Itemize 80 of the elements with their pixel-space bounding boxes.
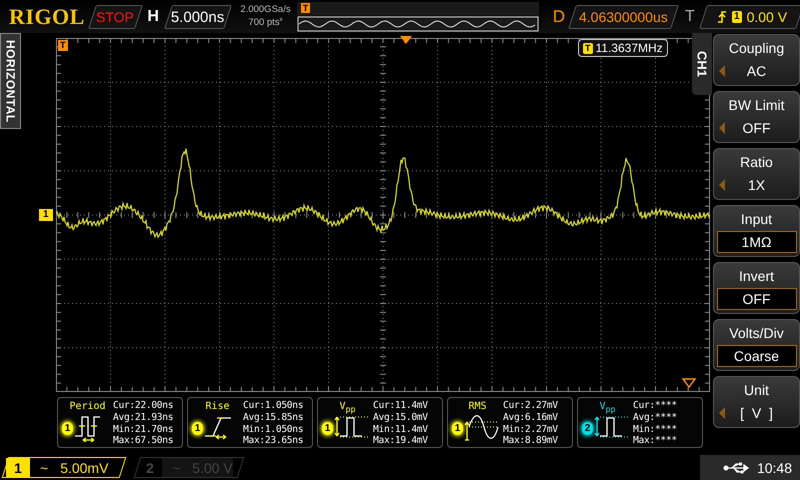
trigger-position-marker: T: [300, 2, 310, 12]
menu-item[interactable]: Input 1MΩ: [713, 205, 800, 257]
channel-button[interactable]: 1 ~ 5.00mV: [2, 457, 126, 478]
horizontal-label: H: [147, 8, 159, 26]
menu-item[interactable]: Coupling AC: [713, 34, 800, 86]
value-field: OFF: [716, 288, 796, 310]
trigger-button[interactable]: 1 0.00 V: [698, 4, 800, 28]
measurement-value: Min:2.27mV: [503, 424, 559, 436]
menu-label: Ratio: [740, 153, 773, 172]
measurement-value: Min:1.050ns: [243, 424, 304, 436]
trigger-label: T: [685, 8, 695, 26]
menu-item[interactable]: Invert OFF: [713, 262, 800, 314]
left-arrow-icon: [718, 179, 724, 191]
measurement-value: Avg:15.0mV: [373, 412, 429, 424]
measurement-value: Min:****: [633, 424, 678, 436]
left-arrow-icon: [718, 122, 724, 134]
measurement-value: Avg:****: [633, 412, 678, 424]
run-state-button[interactable]: STOP: [88, 4, 142, 28]
menu-label: Coupling: [728, 39, 784, 58]
menu-value: AC: [746, 63, 766, 79]
brand-logo: RIGOL: [9, 4, 86, 30]
menu-label: Invert: [738, 267, 774, 286]
menu-value: OFF: [742, 120, 770, 136]
left-arrow-icon: [718, 407, 724, 419]
trigger-voltage: 0.00 V: [746, 8, 786, 24]
menu-label: Volts/Div: [729, 324, 784, 343]
measurement-value: Avg:21.93ns: [113, 412, 174, 424]
channel-badge: 1: [192, 422, 203, 434]
measurement-value: Cur:****: [633, 400, 678, 412]
menu-item[interactable]: Ratio 1X: [713, 148, 800, 200]
menu-item[interactable]: BW Limit OFF: [713, 91, 800, 143]
menu-label: BW Limit: [728, 96, 784, 115]
clock-time: 10:48: [756, 460, 792, 476]
menu-label: Unit: [744, 381, 769, 400]
delay-button[interactable]: 4.06300000us: [568, 4, 679, 28]
measurement-value: Max:19.4mV: [373, 435, 429, 448]
menu-value: [ V ]: [740, 405, 773, 421]
channel-marker: 1: [39, 209, 53, 221]
frequency-value: 11.3637MHz: [596, 41, 663, 55]
measurement-value: Max:****: [633, 435, 678, 448]
menu-item[interactable]: Volts/Div Coarse: [713, 319, 800, 371]
menu-value: 1X: [748, 177, 766, 193]
channel-badge: 1: [62, 422, 73, 434]
memory-depth: 700 pts$^{x}$: [247, 16, 284, 29]
menu-label: Input: [740, 210, 772, 229]
measurement-value: Cur:11.4mV: [373, 400, 429, 412]
timebase-button[interactable]: 5.000ns: [164, 4, 232, 28]
measurement-value: Max:67.50ns: [113, 435, 174, 448]
channel-badge: 2: [582, 422, 593, 434]
trigger-position-arrow: [400, 36, 412, 44]
measurement-title: Rise: [204, 400, 231, 414]
measurement-value: Avg:6.16mV: [503, 412, 559, 424]
measurement-value: Min:21.70ns: [113, 424, 174, 436]
sample-rate: 2.000GSa/s: [240, 4, 291, 16]
menu-item[interactable]: Unit [ V ]: [713, 376, 800, 428]
measurement-value: Max:8.89mV: [503, 435, 559, 448]
measurement-title: Period: [68, 400, 107, 414]
measurement-value: Avg:15.85ns: [243, 412, 304, 424]
measurement-title: RMS: [467, 400, 488, 414]
delay-label: D: [552, 6, 566, 26]
measurement-value: Cur:22.00ns: [113, 400, 174, 412]
measurement-value: Max:23.65ns: [243, 435, 304, 448]
usb-icon: [722, 462, 751, 474]
horizontal-tab[interactable]: HORIZONTAL: [0, 33, 21, 129]
measurement-value: Cur:2.27mV: [503, 400, 559, 412]
measurement-title: V$_{pp}$: [338, 400, 357, 414]
value-field: Coarse: [716, 345, 796, 367]
trigger-marker: T: [58, 40, 68, 51]
channel-badge: 1: [452, 422, 463, 434]
measurement-title: V$_{pp}$: [598, 400, 617, 414]
rms-icon: [464, 414, 499, 442]
value-field: 1MΩ: [716, 231, 796, 253]
trigger-level-arrow: [682, 378, 696, 388]
trigger-icon: T: [583, 42, 592, 54]
measurement-value: Min:11.4mV: [373, 424, 429, 436]
channel-badge: 1: [322, 422, 333, 434]
channel-badge: 1: [731, 10, 741, 22]
left-arrow-icon: [718, 65, 724, 77]
measurement-value: Cur:1.050ns: [243, 400, 304, 412]
rising-edge-icon: [716, 10, 726, 24]
